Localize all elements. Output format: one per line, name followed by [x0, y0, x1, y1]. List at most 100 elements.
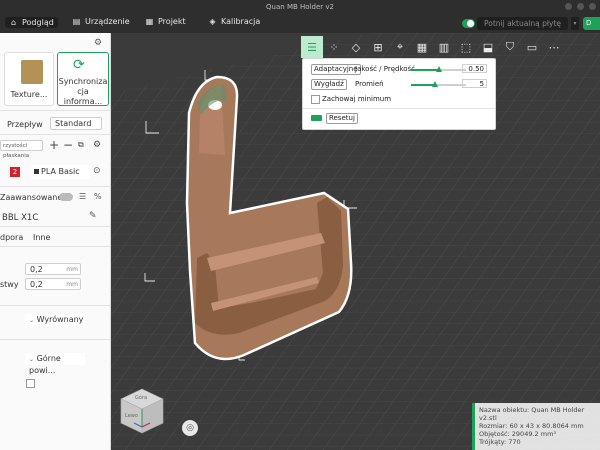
home-icon: ⌂ — [10, 17, 17, 27]
paint-tool[interactable]: ⛉ — [499, 36, 521, 58]
variable-layer-height-tool[interactable]: ☰ — [301, 36, 323, 58]
grid-icon: ▦ — [416, 40, 428, 54]
window-title: Quan MB Holder v2 — [266, 3, 334, 11]
arrange-icon: ⁘ — [329, 40, 339, 54]
slice-plate-button[interactable]: Potnij aktualną płytę — [477, 17, 568, 30]
sync-label-line1: Synchroniza — [58, 77, 108, 86]
sync-icon: ⟳ — [73, 57, 85, 73]
view-cube-left-label: Lewo — [125, 413, 138, 419]
radius-slider[interactable] — [411, 81, 466, 87]
cube-tool[interactable]: ⬚ — [455, 36, 477, 58]
quality-value-field[interactable]: 0.50 — [462, 64, 487, 73]
flow-select[interactable]: Standard — [50, 117, 102, 130]
support-tool[interactable]: ▭ — [521, 36, 543, 58]
cut-tool[interactable]: ⬓ — [477, 36, 499, 58]
maximize-button[interactable] — [577, 3, 584, 10]
orient-icon: ◇ — [351, 40, 361, 54]
texture-card[interactable]: Texture... — [4, 52, 54, 106]
cube-icon: ⬚ — [460, 40, 472, 54]
object-size: Rozmiar: 60 x 43 x 80.8064 mm — [479, 422, 584, 430]
filament-select[interactable]: PLA Basic — [30, 165, 90, 179]
layer-height-field[interactable]: 0,2 mm — [25, 263, 81, 275]
object-info-panel: Nazwa obiektu: Quan MB Holder v2.stl Roz… — [472, 403, 600, 450]
add-icon[interactable]: + — [49, 138, 59, 152]
advanced-label: Zaawansowane — [0, 193, 63, 202]
tab-support[interactable]: dpora — [0, 233, 23, 242]
tab-project[interactable]: ▦ Projekt — [145, 17, 186, 26]
radius-label: Promień — [355, 80, 384, 88]
window-controls — [565, 3, 596, 10]
reset-button[interactable]: Resetuj — [326, 113, 358, 124]
calibration-icon: ◈ — [209, 16, 216, 26]
arrange-tool[interactable]: ⁘ — [323, 36, 345, 58]
first-layer-field[interactable]: 0,2 mm — [25, 278, 81, 290]
divider — [0, 226, 110, 227]
paint-bucket-icon: ⛉ — [505, 40, 515, 53]
viewport-toolbar: ☰ ⁘ ◇ ⊞ ⌖ ▦ ▥ ⬚ ⬓ ⛉ ▭ ⋯ — [301, 36, 600, 58]
chevron-down-icon[interactable]: ▾ — [571, 17, 579, 30]
add-plate-icon: ⊞ — [373, 40, 383, 54]
advanced-toggle[interactable] — [59, 193, 73, 201]
align-value: Wyrównany — [36, 315, 84, 324]
printer-icon: ▤ — [72, 16, 81, 26]
texture-icon — [21, 60, 43, 84]
quality-slider-fill — [411, 69, 439, 71]
smooth-button[interactable]: Wygładź — [311, 79, 347, 90]
quality-slider-knob[interactable] — [436, 66, 442, 72]
first-layer-value: 0,2 — [30, 280, 43, 289]
tab-label: Kalibracja — [221, 17, 261, 26]
object-name: Nazwa obiektu: Quan MB Holder v2.stl — [479, 406, 585, 422]
slice-toggle[interactable] — [462, 19, 475, 28]
keep-min-label: Zachowaj minimum — [322, 95, 392, 103]
tab-preview[interactable]: ⌂ Podgląd — [5, 17, 58, 28]
option-checkbox[interactable] — [26, 379, 35, 388]
zoom-fit-button[interactable]: ◎ — [182, 420, 198, 436]
split-tool[interactable]: ▥ — [433, 36, 455, 58]
grid-tool[interactable]: ▦ — [411, 36, 433, 58]
radius-value-field[interactable]: 5 — [462, 79, 487, 88]
tab-label: Projekt — [158, 17, 186, 26]
add-plate-tool[interactable]: ⊞ — [367, 36, 389, 58]
split-icon: ▥ — [438, 40, 450, 54]
orient-tool[interactable]: ◇ — [345, 36, 367, 58]
edit-icon[interactable]: ✎ — [89, 211, 97, 221]
auto-orient-tool[interactable]: ⌖ — [389, 36, 411, 58]
filament-options-icon[interactable]: ⊙ — [93, 166, 101, 176]
tab-device[interactable]: ▤ Urządzenie — [72, 17, 130, 26]
plate-type-select[interactable]: rzystości płaskania — [0, 140, 43, 159]
tab-calibration[interactable]: ◈ Kalibracja — [208, 17, 260, 26]
filament-color-swatch — [34, 169, 39, 174]
view-cube-top-label: Góra — [135, 395, 148, 401]
minimize-button[interactable] — [565, 3, 572, 10]
close-button[interactable] — [589, 3, 596, 10]
export-button[interactable]: D — [583, 17, 600, 30]
gear-icon[interactable]: ⚙ — [93, 140, 101, 150]
unit-label: mm — [66, 281, 78, 288]
tab-label: Podgląd — [22, 18, 54, 27]
chevron-down-icon: ⌄ — [29, 317, 35, 324]
tab-other[interactable]: Inne — [33, 233, 50, 242]
radius-slider-knob[interactable] — [432, 81, 438, 87]
project-icon: ▦ — [145, 16, 154, 26]
view-cube[interactable]: Góra Lewo — [120, 387, 165, 435]
quality-slider[interactable] — [411, 66, 466, 72]
copy-icon[interactable]: ⧉ — [78, 140, 84, 150]
first-layer-label: stwy — [0, 280, 19, 289]
sync-card[interactable]: ⟳ Synchroniza cja informa... — [57, 52, 109, 106]
divider — [0, 305, 110, 306]
tab-label: Urządzenie — [85, 17, 130, 26]
percent-icon[interactable]: % — [94, 192, 102, 201]
chevron-down-icon: ⌄ — [29, 356, 35, 363]
more-tool[interactable]: ⋯ — [543, 36, 565, 58]
divider — [0, 134, 110, 135]
list-icon[interactable]: ☰ — [79, 192, 86, 201]
printer-name: BBL X1C — [2, 213, 39, 223]
divider — [0, 186, 110, 187]
top-surface-select[interactable]: ⌄ Górne powi... — [25, 353, 85, 375]
seam-align-select[interactable]: ⌄ Wyrównany — [25, 314, 85, 326]
adaptive-button[interactable]: Adaptacyjne — [311, 64, 361, 75]
remove-icon[interactable]: − — [63, 138, 73, 152]
layers-icon: ☰ — [307, 40, 317, 54]
gear-icon[interactable]: ⚙ — [94, 38, 102, 48]
keep-min-checkbox[interactable] — [311, 95, 320, 104]
